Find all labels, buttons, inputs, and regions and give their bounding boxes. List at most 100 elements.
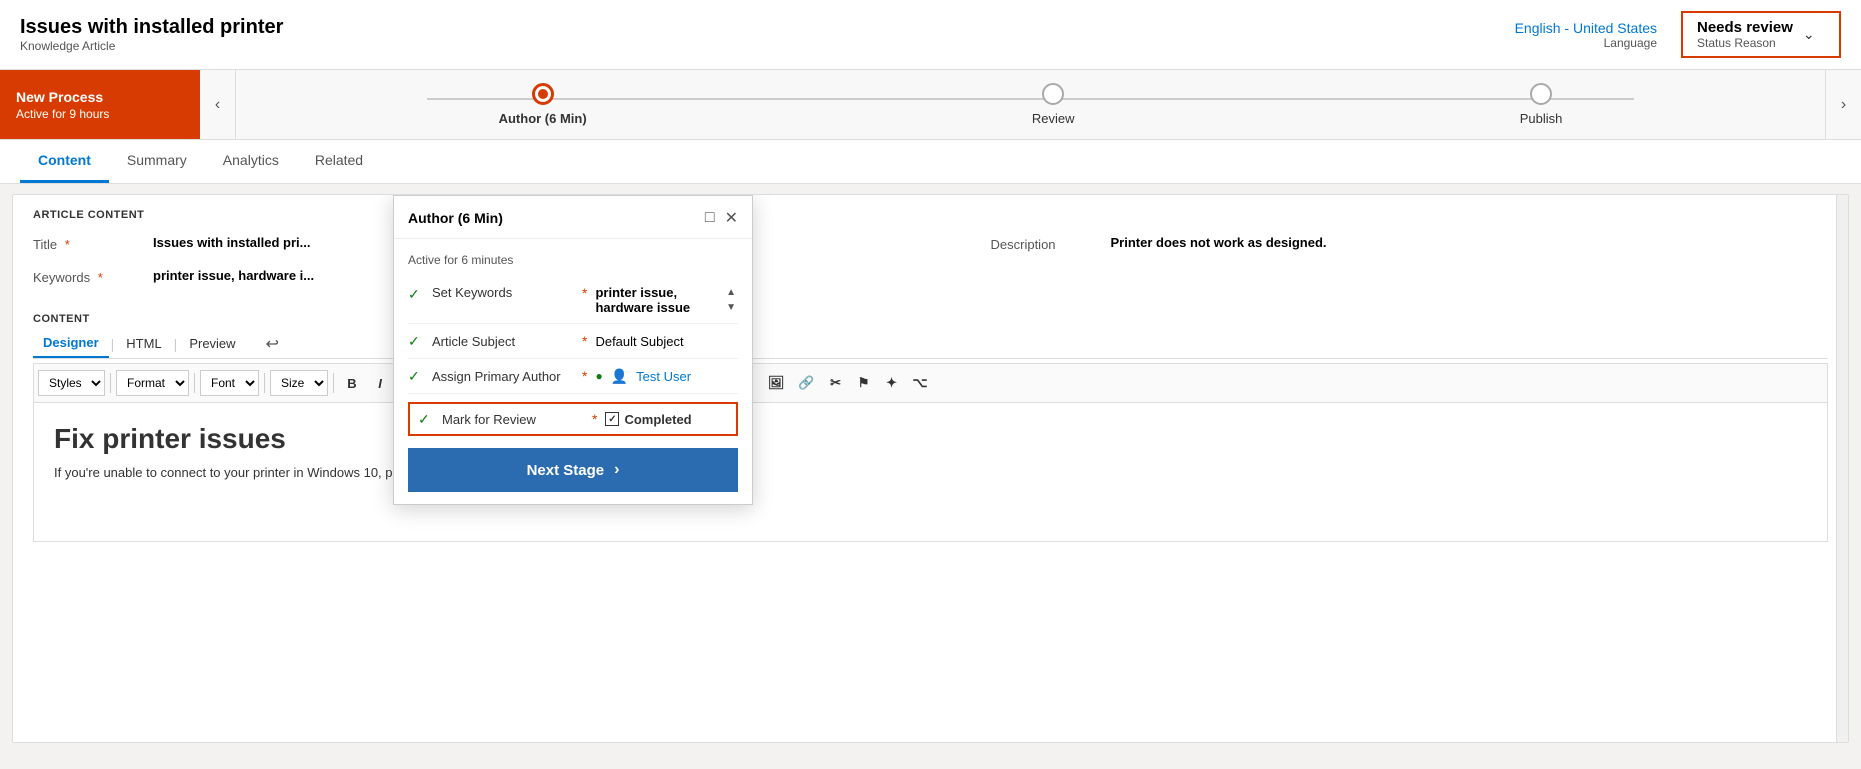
- new-process-subtitle: Active for 9 hours: [16, 107, 184, 121]
- required-star-keywords: *: [582, 285, 587, 301]
- keywords-label: Keywords *: [33, 268, 153, 285]
- popup-row-keywords: ✓ Set Keywords * printer issue, hardware…: [408, 277, 738, 324]
- article-content-header: ARTICLE CONTENT: [13, 195, 1848, 227]
- chevron-left-button[interactable]: ‹: [200, 70, 236, 139]
- next-stage-label: Next Stage: [527, 462, 605, 479]
- editor-tab-sep-2: |: [174, 336, 178, 352]
- popup-label-subject: Article Subject: [432, 334, 572, 349]
- popup-active-label: Active for 6 minutes: [408, 251, 738, 277]
- language-label: Language: [1604, 36, 1657, 50]
- content-section-header: CONTENT: [33, 303, 1828, 329]
- editor-toolbar: Styles Format Font Size B I U S A▾ A▾ ≡ …: [33, 363, 1828, 402]
- format-select[interactable]: Format: [116, 370, 189, 396]
- process-bar: New Process Active for 9 hours ‹ Author …: [0, 70, 1861, 140]
- font-select[interactable]: Font: [200, 370, 259, 396]
- editor-tab-html[interactable]: HTML: [116, 330, 171, 357]
- image-button[interactable]: 🖼: [762, 370, 791, 396]
- sep4: [333, 373, 334, 393]
- header-right: English - United States Language Needs r…: [1515, 11, 1841, 58]
- styles-select[interactable]: Styles: [38, 370, 105, 396]
- stage-circle-review: [1042, 83, 1064, 105]
- popup-header: Author (6 Min) □ ✕: [394, 196, 752, 239]
- popup-label-keywords: Set Keywords: [432, 285, 572, 300]
- status-section[interactable]: Needs review Status Reason ⌄: [1681, 11, 1841, 58]
- popup-value-keywords: printer issue, hardware issue: [595, 285, 724, 315]
- next-stage-button[interactable]: Next Stage ›: [408, 448, 738, 492]
- tab-related[interactable]: Related: [297, 140, 381, 183]
- chevron-down-icon: ⌄: [1803, 26, 1815, 43]
- checkbox-icon[interactable]: ✓: [605, 412, 619, 426]
- completed-value: ✓ Completed: [605, 412, 691, 427]
- editor-tabs: Designer | HTML | Preview ↩: [33, 329, 1828, 359]
- check-icon-author: ✓: [408, 368, 424, 385]
- stage-publish[interactable]: Publish: [1520, 83, 1563, 126]
- tab-content[interactable]: Content: [20, 140, 109, 183]
- tab-summary[interactable]: Summary: [109, 140, 205, 183]
- next-chevron-icon: ›: [614, 461, 619, 479]
- undo-button[interactable]: ↩: [266, 334, 279, 354]
- tabs-bar: Content Summary Analytics Related: [0, 140, 1861, 184]
- bold-button[interactable]: B: [339, 370, 365, 396]
- required-star-subject: *: [582, 333, 587, 349]
- source-button[interactable]: ⌥: [907, 370, 934, 396]
- user-icon: 👤: [611, 368, 628, 385]
- sep2: [194, 373, 195, 393]
- popup-row-review-highlighted: ✓ Mark for Review * ✓ Completed: [408, 402, 738, 436]
- chevron-right-button[interactable]: ›: [1825, 70, 1861, 139]
- scroll-up-button[interactable]: ▲: [724, 285, 738, 300]
- header: Issues with installed printer Knowledge …: [0, 0, 1861, 70]
- title-row: Title * Issues with installed pri... Des…: [13, 227, 1848, 260]
- article-title: Issues with installed printer: [20, 16, 283, 39]
- status-label: Status Reason: [1697, 36, 1793, 50]
- popup-expand-button[interactable]: □: [705, 209, 715, 227]
- stage-review[interactable]: Review: [1032, 83, 1075, 126]
- main-content: ARTICLE CONTENT Title * Issues with inst…: [12, 194, 1849, 743]
- article-type: Knowledge Article: [20, 39, 283, 53]
- italic-button[interactable]: I: [367, 370, 393, 396]
- new-process-badge: New Process Active for 9 hours: [0, 70, 200, 139]
- new-process-title: New Process: [16, 89, 184, 105]
- keywords-group: Keywords * printer issue, hardware i...: [33, 268, 1828, 285]
- unlink-button[interactable]: ✂: [823, 370, 849, 396]
- popup-row-subject: ✓ Article Subject * Default Subject: [408, 324, 738, 359]
- tab-analytics[interactable]: Analytics: [205, 140, 297, 183]
- editor-tab-preview[interactable]: Preview: [179, 330, 245, 357]
- language-link[interactable]: English - United States: [1515, 20, 1657, 36]
- stage-author[interactable]: Author (6 Min): [499, 83, 587, 126]
- stages-line: [427, 98, 1635, 100]
- popup-close-button[interactable]: ✕: [725, 208, 738, 228]
- stage-label-author: Author (6 Min): [499, 111, 587, 126]
- language-section[interactable]: English - United States Language: [1515, 20, 1657, 50]
- editor-content[interactable]: Fix printer issues If you're unable to c…: [33, 402, 1828, 542]
- special-char-button[interactable]: ✦: [879, 370, 905, 396]
- content-section: CONTENT Designer | HTML | Preview ↩ Styl…: [13, 293, 1848, 542]
- title-required-star: *: [65, 237, 70, 252]
- popup-row-author: ✓ Assign Primary Author * ● 👤 Test User: [408, 359, 738, 394]
- popup-label-author: Assign Primary Author: [432, 369, 572, 384]
- editor-body[interactable]: If you're unable to connect to your prin…: [54, 465, 1807, 480]
- description-group: Description Printer does not work as des…: [991, 235, 1829, 252]
- scroll-down-button[interactable]: ▼: [724, 300, 738, 315]
- header-left: Issues with installed printer Knowledge …: [20, 16, 283, 53]
- title-label: Title *: [33, 235, 153, 252]
- editor-tab-sep-1: |: [111, 336, 115, 352]
- editor-heading: Fix printer issues: [54, 423, 1807, 455]
- popup-header-icons: □ ✕: [705, 208, 738, 228]
- popup-label-review: Mark for Review: [442, 412, 582, 427]
- sep1: [110, 373, 111, 393]
- stage-label-review: Review: [1032, 111, 1075, 126]
- status-value: Needs review: [1697, 19, 1793, 36]
- stages-container: Author (6 Min) Review Publish: [236, 70, 1825, 139]
- size-select[interactable]: Size: [270, 370, 328, 396]
- keywords-required-star: *: [98, 270, 103, 285]
- green-dot-icon: ●: [595, 369, 602, 383]
- popup-value-author[interactable]: Test User: [636, 369, 738, 384]
- description-value: Printer does not work as designed.: [1111, 235, 1829, 250]
- flag-button[interactable]: ⚑: [851, 370, 877, 396]
- author-popup: Author (6 Min) □ ✕ Active for 6 minutes …: [393, 195, 753, 505]
- description-label: Description: [991, 235, 1111, 252]
- right-scrollbar[interactable]: [1836, 195, 1848, 742]
- editor-tab-designer[interactable]: Designer: [33, 329, 109, 358]
- stage-circle-publish: [1530, 83, 1552, 105]
- link-button[interactable]: 🔗: [792, 370, 820, 396]
